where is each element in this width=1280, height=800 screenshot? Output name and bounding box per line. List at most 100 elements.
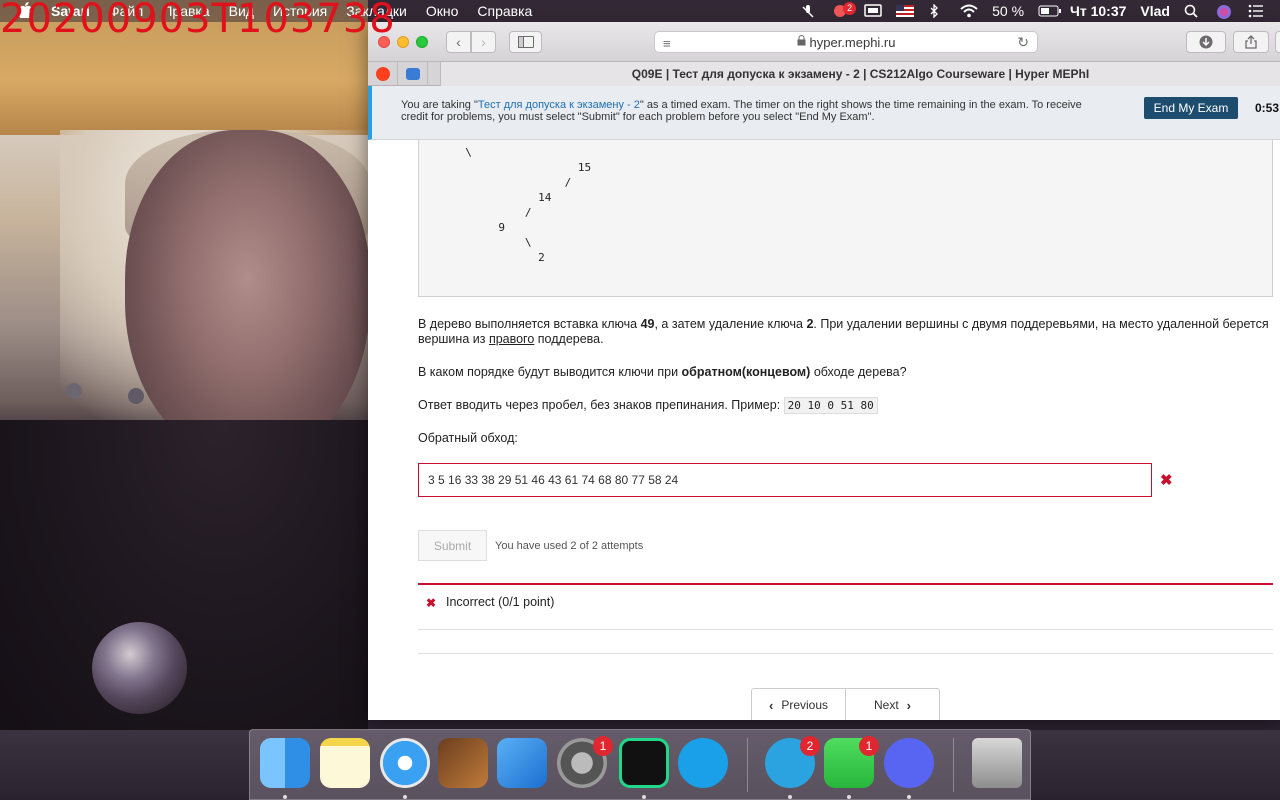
minimize-window-button[interactable] bbox=[397, 36, 409, 48]
answer-input[interactable]: 3 5 16 33 38 29 51 46 43 61 74 68 80 77 … bbox=[418, 463, 1152, 497]
system-preferences-badge: 1 bbox=[593, 736, 613, 756]
instructions-text: Ответ вводить через пробел, без знаков п… bbox=[418, 398, 784, 412]
incorrect-x-icon: ✖ bbox=[426, 596, 437, 610]
exam-banner-text-start: You are taking " bbox=[401, 99, 478, 111]
pinned-tab-yandex[interactable] bbox=[368, 61, 398, 86]
siri-icon[interactable] bbox=[1216, 4, 1234, 19]
share-button[interactable] bbox=[1233, 31, 1269, 53]
answer-label: Обратный обход: bbox=[418, 431, 518, 445]
url-text: hyper.mephi.ru bbox=[809, 34, 896, 50]
lock-icon bbox=[797, 35, 806, 49]
attempts-counter: You have used 2 of 2 attempts bbox=[495, 540, 644, 552]
menubar-user[interactable]: Vlad bbox=[1140, 3, 1170, 19]
maximize-window-button[interactable] bbox=[416, 36, 428, 48]
messages-icon bbox=[405, 67, 420, 80]
webcam-feed bbox=[0, 0, 368, 730]
tree-diagram-box: \ 15 / 14 / 9 \ 2 bbox=[418, 140, 1273, 297]
finder-icon[interactable] bbox=[260, 738, 310, 788]
telegram-badge: 2 bbox=[800, 736, 820, 756]
next-button[interactable]: Next › bbox=[846, 689, 939, 720]
chevron-right-icon: › bbox=[481, 34, 486, 50]
previous-label: Previous bbox=[781, 698, 829, 712]
question-text: В каком порядке будут выводится ключи пр… bbox=[418, 365, 682, 379]
mic-muted-icon[interactable] bbox=[800, 4, 818, 18]
notification-center-icon[interactable] bbox=[1248, 4, 1266, 18]
reload-icon[interactable]: ↻ bbox=[1017, 34, 1029, 51]
menu-window[interactable]: Окно bbox=[426, 3, 459, 19]
statement-text: поддерева. bbox=[534, 332, 604, 346]
insert-key: 49 bbox=[640, 317, 655, 331]
dock-separator bbox=[953, 738, 954, 792]
running-indicator bbox=[642, 795, 646, 799]
skype-icon[interactable] bbox=[678, 738, 728, 788]
answer-instructions: Ответ вводить через пробел, без знаков п… bbox=[418, 397, 1278, 414]
battery-icon[interactable] bbox=[1038, 4, 1062, 18]
running-indicator bbox=[788, 795, 792, 799]
submit-button[interactable]: Submit bbox=[418, 530, 487, 561]
notification-icon[interactable]: 2 bbox=[832, 2, 857, 18]
download-icon bbox=[1199, 35, 1213, 49]
statement-text: , а затем удаление ключа bbox=[654, 317, 807, 331]
dock-separator bbox=[747, 738, 748, 792]
chevron-left-icon: ‹ bbox=[768, 697, 774, 713]
screen-share-icon[interactable] bbox=[864, 4, 882, 18]
result-notification: ✖ Incorrect (0/1 point) bbox=[418, 583, 1273, 630]
downloads-button[interactable] bbox=[1186, 31, 1226, 53]
pinned-tab-messages[interactable] bbox=[398, 61, 428, 86]
tab-title: Q09E | Тест для допуска к экзамену - 2 |… bbox=[631, 67, 1090, 81]
share-icon bbox=[1245, 35, 1257, 49]
running-indicator bbox=[847, 795, 851, 799]
exam-timer: 0:53: bbox=[1255, 101, 1280, 115]
show-tabs-button[interactable] bbox=[1275, 31, 1280, 53]
problem-statement: В дерево выполняется вставка ключа 49, а… bbox=[418, 317, 1278, 347]
window-toolbar: ‹ › ≡ hyper.mephi.ru ↻ bbox=[368, 22, 1280, 62]
traversal-type: обратном(концевом) bbox=[681, 365, 811, 379]
active-tab[interactable]: Q09E | Тест для допуска к экзамену - 2 |… bbox=[440, 62, 1280, 86]
running-indicator bbox=[907, 795, 911, 799]
us-flag-icon[interactable] bbox=[896, 4, 915, 18]
recording-timestamp: 20200903T103738 bbox=[0, 0, 396, 42]
bluetooth-icon[interactable] bbox=[928, 3, 946, 19]
menubar-clock[interactable]: Чт 10:37 bbox=[1070, 3, 1126, 19]
exam-banner-message: You are taking "Тест для допуска к экзам… bbox=[401, 99, 1101, 123]
reader-view-icon[interactable]: ≡ bbox=[663, 36, 671, 51]
notification-badge: 2 bbox=[843, 2, 857, 15]
chevron-left-icon: ‹ bbox=[456, 34, 461, 50]
sequence-pager: ‹ Previous Next › bbox=[751, 688, 940, 720]
safari-window: ‹ › ≡ hyper.mephi.ru ↻ Q09E | Тест для д… bbox=[368, 22, 1280, 720]
menu-help[interactable]: Справка bbox=[477, 3, 532, 19]
spotlight-search-icon[interactable] bbox=[1184, 4, 1202, 18]
previous-button[interactable]: ‹ Previous bbox=[752, 689, 846, 720]
exam-name-link[interactable]: Тест для допуска к экзамену - 2 bbox=[478, 99, 640, 111]
address-bar[interactable]: ≡ hyper.mephi.ru ↻ bbox=[654, 31, 1038, 53]
question-text: обходе дерева? bbox=[810, 365, 907, 379]
yandex-icon bbox=[375, 66, 390, 81]
sidebar-icon bbox=[517, 36, 534, 48]
forward-button[interactable]: › bbox=[471, 31, 496, 53]
end-my-exam-button[interactable]: End My Exam bbox=[1144, 97, 1238, 119]
incorrect-x-icon: ✖ bbox=[1160, 472, 1173, 489]
xcode-icon[interactable] bbox=[497, 738, 547, 788]
problem-question: В каком порядке будут выводится ключи пр… bbox=[418, 365, 1278, 380]
dock: 1 2 1 bbox=[249, 729, 1031, 800]
sidebar-toggle-button[interactable] bbox=[509, 31, 542, 53]
back-button[interactable]: ‹ bbox=[446, 31, 471, 53]
garageband-icon[interactable] bbox=[438, 738, 488, 788]
facetime-badge: 1 bbox=[859, 736, 879, 756]
tab-bar: Q09E | Тест для допуска к экзамену - 2 |… bbox=[368, 61, 1280, 86]
notes-icon[interactable] bbox=[320, 738, 370, 788]
chevron-right-icon: › bbox=[906, 697, 912, 713]
trash-icon[interactable] bbox=[972, 738, 1022, 788]
pycharm-icon[interactable] bbox=[619, 738, 669, 788]
next-label: Next bbox=[873, 698, 899, 712]
battery-percent[interactable]: 50 % bbox=[992, 3, 1024, 19]
running-indicator bbox=[403, 795, 407, 799]
person-face bbox=[125, 130, 368, 460]
safari-icon[interactable] bbox=[380, 738, 430, 788]
pendant bbox=[92, 622, 187, 714]
discord-icon[interactable] bbox=[884, 738, 934, 788]
background-objects bbox=[66, 383, 82, 399]
page-content: \ 15 / 14 / 9 \ 2 В дерево выполняется в… bbox=[368, 140, 1280, 720]
right-subtree-word: правого bbox=[488, 332, 535, 346]
wifi-icon[interactable] bbox=[960, 4, 978, 18]
